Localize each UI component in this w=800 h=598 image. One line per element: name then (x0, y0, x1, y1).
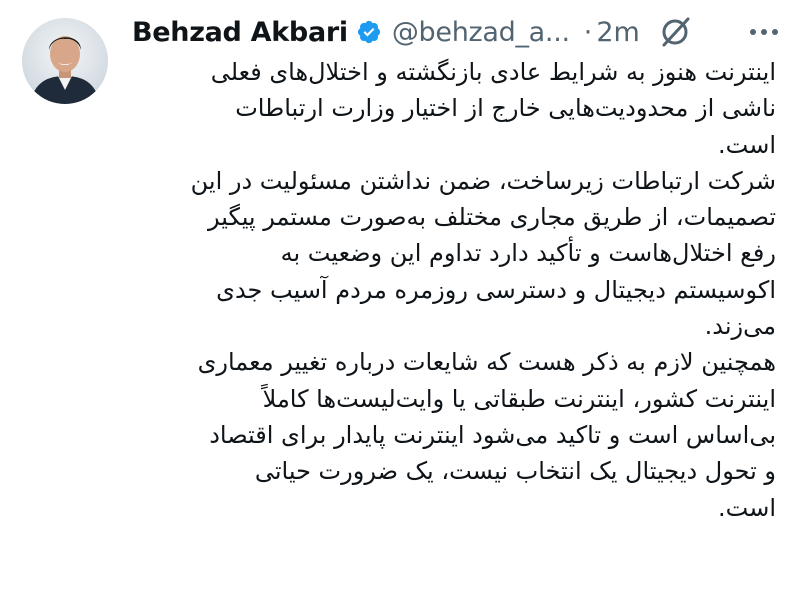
tweet-text-line: اکوسیستم دیجیتال و دسترسی روزمره مردم آس… (216, 275, 776, 304)
tweet-text-line: اینترنت هنوز به شرایط عادی بازنگشته و اخ… (210, 58, 776, 86)
tweet-header: Behzad Akbari @behzad_a... · 2m (132, 8, 780, 56)
tweet-text: اینترنت هنوز به شرایط عادی بازنگشته و اخ… (118, 54, 776, 526)
tweet-text-line: بی‌اساس است و تاکید می‌شود اینترنت پایدا… (209, 420, 776, 449)
tweet-text-line: شرکت ارتباطات زیرساخت، ضمن نداشتن مسئولی… (190, 166, 776, 195)
tweet-text-line: همچنین لازم به ذکر هست که شایعات درباره … (197, 348, 776, 377)
tweet-text-line: است. (718, 130, 776, 159)
tweet-text-line: می‌زند. (704, 312, 776, 341)
tweet-text-line: و تحول دیجیتال یک انتخاب نیست، یک ضرورت … (254, 457, 776, 486)
tweet-text-line: رفع اختلال‌هاست و تأکید دارد تداوم این و… (280, 239, 776, 268)
verified-badge-icon (356, 19, 382, 45)
separator-dot: · (583, 16, 593, 48)
more-options-icon[interactable] (750, 20, 778, 44)
author-name[interactable]: Behzad Akbari (132, 17, 348, 48)
tweet-text-line: تصمیمات، از طریق مجاری مختلف به‌صورت مست… (207, 203, 776, 232)
tweet-text-line: ناشی از محدودیت‌هایی خارج از اختیار وزار… (235, 94, 776, 123)
tweet-text-line: است. (718, 493, 776, 522)
avatar-image (22, 18, 108, 104)
author-avatar[interactable] (22, 18, 108, 104)
tweet-text-line: اینترنت کشور، اینترنت طبقاتی یا وایت‌لیس… (262, 384, 776, 413)
grok-icon[interactable] (658, 15, 692, 49)
tweet-timestamp[interactable]: 2m (596, 17, 639, 48)
author-handle[interactable]: @behzad_a... (392, 17, 570, 48)
